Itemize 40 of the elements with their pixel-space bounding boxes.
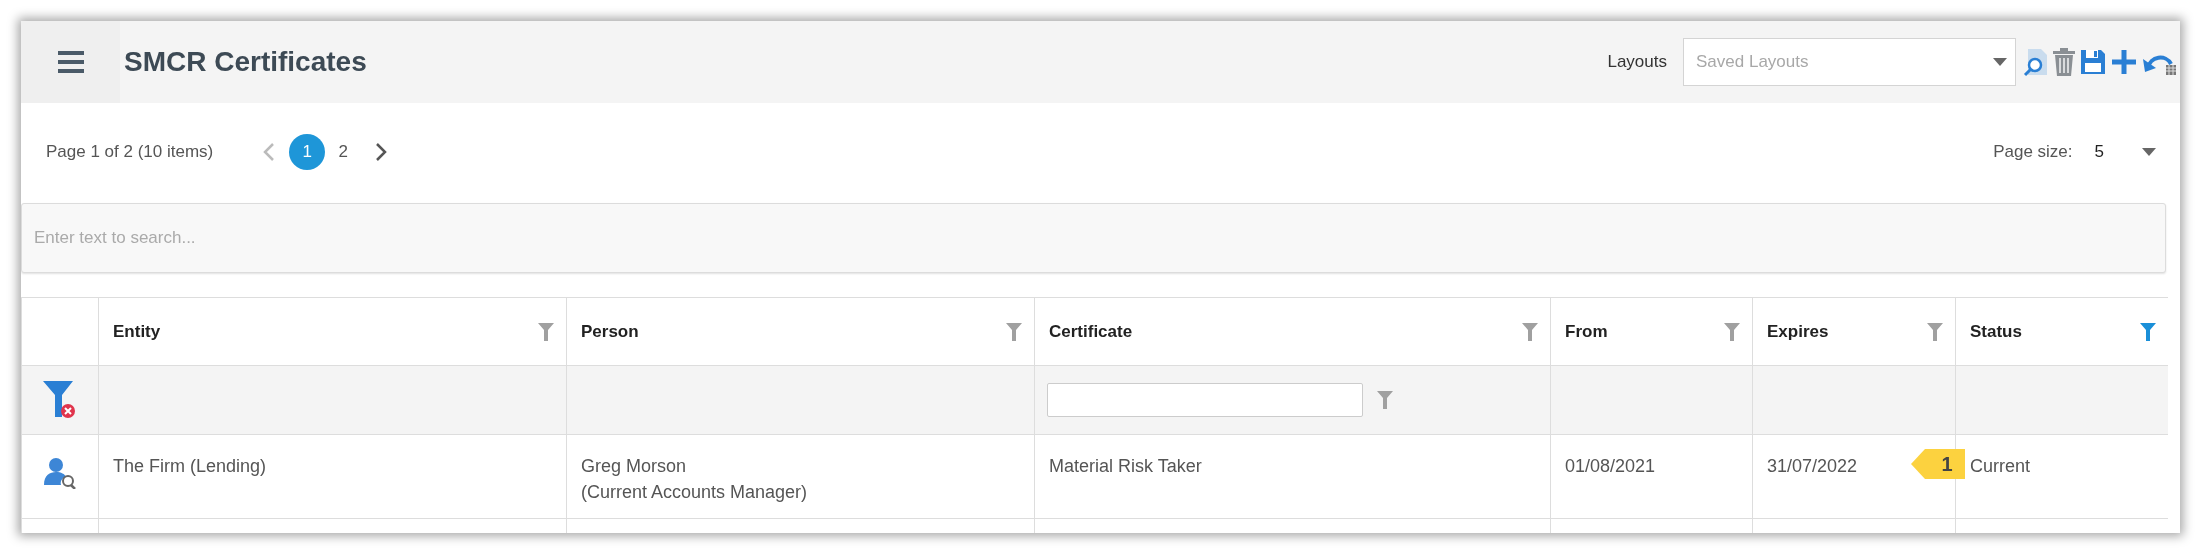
filter-icon[interactable]	[1927, 322, 1943, 341]
table-cell-text: Material Risk Taker	[1049, 455, 1202, 478]
next-page-icon[interactable]	[375, 142, 388, 162]
filter-icon[interactable]	[2140, 322, 2156, 341]
table-cell-text: 31/07/2022	[1767, 455, 1858, 478]
layouts-label: Layouts	[1607, 52, 1667, 72]
table-cell-text: The Firm (Lending)	[113, 455, 267, 478]
add-icon[interactable]	[2110, 48, 2138, 76]
search-field[interactable]: Enter text to search...	[21, 203, 2166, 273]
page-button[interactable]: 2	[325, 134, 362, 170]
column-header[interactable]: Expires	[1767, 321, 1829, 342]
page-title: SMCR Certificates	[124, 46, 367, 78]
menu-icon	[57, 50, 84, 74]
page-size-dropdown[interactable]: 5	[2094, 142, 2156, 162]
filter-icon[interactable]	[538, 322, 554, 341]
zoom-document-icon[interactable]	[2022, 47, 2048, 77]
save-icon[interactable]	[2080, 49, 2106, 75]
column-header[interactable]: Certificate	[1049, 321, 1133, 342]
column-header[interactable]: Person	[581, 321, 639, 342]
table-cell-text: 01/08/2021	[1565, 455, 1656, 478]
column-header[interactable]: Status	[1970, 321, 2022, 342]
filter-icon[interactable]	[1522, 322, 1538, 341]
filter-icon[interactable]	[1724, 322, 1740, 341]
column-header[interactable]: Entity	[113, 321, 161, 342]
filter-icon[interactable]	[1377, 391, 1393, 409]
callout-badge: 1	[1911, 449, 1965, 479]
pager-summary: Page 1 of 2 (10 items)	[46, 142, 214, 162]
filter-field[interactable]	[1047, 383, 1363, 417]
caret-icon	[1993, 58, 2007, 66]
page-size-label: Page size:	[1993, 142, 2073, 162]
filter-icon[interactable]	[1006, 322, 1022, 341]
person-search-icon[interactable]	[44, 457, 76, 489]
column-header[interactable]: From	[1565, 321, 1608, 342]
clear-filter-icon[interactable]	[43, 381, 77, 419]
trash-icon[interactable]	[2052, 47, 2076, 77]
menu-button[interactable]	[21, 21, 120, 103]
caret-icon	[2142, 148, 2156, 156]
table-cell-text: Greg Morson (Current Accounts Manager)	[581, 455, 808, 504]
previous-page-icon[interactable]	[263, 142, 276, 162]
table-cell-text: Current	[1970, 455, 2031, 478]
